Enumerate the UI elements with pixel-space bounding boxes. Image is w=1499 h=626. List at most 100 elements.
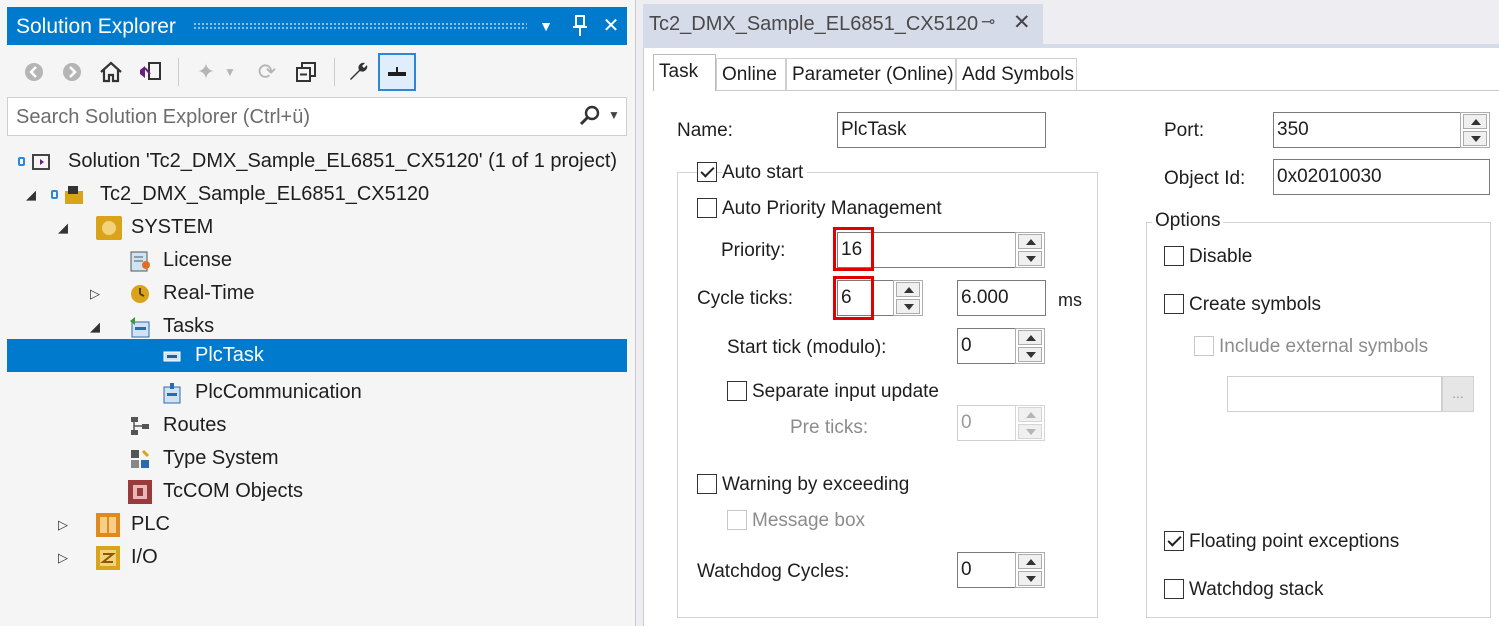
tab-task[interactable]: Task — [653, 54, 716, 91]
auto-priority-checkbox[interactable] — [697, 198, 717, 218]
tree-item-license[interactable]: License — [7, 244, 627, 277]
watchdog-stack-checkbox[interactable] — [1164, 579, 1184, 599]
panel-title: Solution Explorer — [16, 15, 176, 38]
tree-item-plc[interactable]: ▷ PLC — [7, 508, 627, 541]
tree-item-io[interactable]: ▷ I/O — [7, 541, 627, 574]
collapse-all-icon[interactable] — [290, 56, 322, 88]
refresh-icon[interactable]: ⟳ — [251, 56, 283, 88]
lock-icon — [51, 190, 58, 199]
spin-up-icon[interactable] — [1463, 114, 1487, 129]
spin-down-icon[interactable] — [1018, 571, 1042, 586]
tree-item-plccommunication[interactable]: PlcCommunication — [7, 376, 627, 409]
priority-spinner[interactable] — [1015, 232, 1045, 268]
disable-checkbox[interactable] — [1164, 246, 1184, 266]
port-input[interactable] — [1277, 119, 1457, 141]
start-tick-label: Start tick (modulo): — [727, 337, 887, 358]
close-tab-icon[interactable]: ✕ — [1013, 10, 1031, 35]
floating-point-checkbox[interactable] — [1164, 531, 1184, 551]
drag-handle[interactable] — [193, 22, 527, 30]
tree-item-project[interactable]: ◢ Tc2_DMX_Sample_EL6851_CX5120 — [7, 178, 627, 211]
tab-parameter-online[interactable]: Parameter (Online) — [786, 58, 956, 90]
switch-views-icon[interactable] — [134, 56, 166, 88]
document-tab[interactable]: Tc2_DMX_Sample_EL6851_CX5120 ⊸ ✕ — [643, 4, 1043, 44]
solution-explorer-titlebar: Solution Explorer ▼ ✕ — [7, 7, 627, 45]
pin-icon[interactable] — [567, 12, 593, 40]
window-position-dropdown-icon[interactable]: ▼ — [533, 12, 559, 40]
name-field — [837, 112, 1046, 148]
tab-online[interactable]: Online — [716, 58, 786, 90]
task-icon — [161, 345, 183, 367]
start-tick-spinner[interactable] — [1015, 328, 1045, 364]
external-symbols-path-field[interactable] — [1227, 376, 1442, 412]
search-icon[interactable] — [578, 104, 602, 133]
spin-up-icon[interactable] — [1018, 234, 1042, 249]
close-icon[interactable]: ✕ — [598, 12, 624, 40]
forward-icon[interactable] — [56, 56, 88, 88]
back-icon[interactable] — [18, 56, 50, 88]
auto-start-label: Auto start — [722, 162, 808, 184]
name-input[interactable] — [841, 119, 1040, 141]
spin-up-icon[interactable] — [1018, 554, 1042, 569]
collapsed-arrow-icon[interactable]: ▷ — [55, 508, 71, 541]
home-icon[interactable] — [95, 56, 127, 88]
port-field — [1273, 112, 1463, 148]
warning-exceeding-label: Warning by exceeding — [722, 474, 910, 495]
tree-item-system[interactable]: ◢ SYSTEM — [7, 211, 627, 244]
tree-item-solution[interactable]: Solution 'Tc2_DMX_Sample_EL6851_CX5120' … — [7, 145, 627, 178]
tree-item-plctask[interactable]: PlcTask — [7, 339, 627, 372]
spin-down-icon[interactable] — [1463, 131, 1487, 146]
options-group-title: Options — [1152, 210, 1224, 232]
cycle-time-unit: ms — [1058, 290, 1082, 310]
expanded-arrow-icon[interactable]: ◢ — [23, 178, 39, 211]
pre-ticks-spinner[interactable] — [1015, 405, 1045, 441]
tree-item-label: PlcTask — [195, 344, 264, 366]
port-spinner[interactable] — [1460, 112, 1490, 148]
search-input[interactable] — [16, 104, 556, 130]
message-box-checkbox[interactable] — [727, 510, 747, 530]
spin-down-icon[interactable] — [1018, 347, 1042, 362]
pending-changes-filter-icon[interactable]: ✦ — [190, 56, 222, 88]
twincat-project-icon — [63, 184, 85, 206]
watchdog-stack-label: Watchdog stack — [1189, 579, 1324, 600]
properties-wrench-icon[interactable] — [343, 56, 375, 88]
tree-item-label: PlcCommunication — [195, 381, 362, 403]
search-options-dropdown-icon[interactable]: ▼ — [608, 108, 620, 122]
collapsed-arrow-icon[interactable]: ▷ — [55, 541, 71, 574]
pre-ticks-input[interactable] — [961, 412, 1011, 434]
spin-up-icon[interactable] — [896, 282, 920, 297]
collapsed-arrow-icon[interactable]: ▷ — [87, 277, 103, 310]
tccom-icon — [127, 479, 153, 505]
browse-button[interactable]: ... — [1442, 376, 1474, 412]
auto-start-checkbox[interactable] — [697, 162, 717, 182]
spin-down-icon[interactable] — [1018, 251, 1042, 266]
tab-add-symbols[interactable]: Add Symbols — [956, 58, 1077, 90]
create-symbols-checkbox[interactable] — [1164, 294, 1184, 314]
pin-tab-icon[interactable]: ⊸ — [981, 12, 995, 32]
name-label: Name: — [677, 120, 733, 141]
cycle-time-input[interactable] — [961, 287, 1040, 309]
object-id-input[interactable] — [1277, 166, 1484, 188]
filter-dropdown-icon[interactable]: ▼ — [222, 56, 238, 88]
watchdog-cycles-spinner[interactable] — [1015, 552, 1045, 588]
cycle-ticks-highlight-box — [833, 276, 874, 320]
port-label: Port: — [1164, 120, 1205, 141]
cycle-ticks-spinner[interactable] — [893, 280, 923, 316]
tree-item-label: Tc2_DMX_Sample_EL6851_CX5120 — [100, 183, 430, 205]
expanded-arrow-icon[interactable]: ◢ — [55, 211, 71, 244]
tree-item-realtime[interactable]: ▷ Real-Time — [7, 277, 627, 310]
spin-up-icon[interactable] — [1018, 407, 1042, 422]
include-external-checkbox[interactable] — [1194, 336, 1214, 356]
warning-exceeding-checkbox[interactable] — [697, 474, 717, 494]
tree-item-routes[interactable]: Routes — [7, 409, 627, 442]
document-tab-title: Tc2_DMX_Sample_EL6851_CX5120 — [649, 13, 979, 35]
tree-item-type-system[interactable]: Type System — [7, 442, 627, 475]
watchdog-cycles-input[interactable] — [961, 559, 1011, 581]
spin-up-icon[interactable] — [1018, 330, 1042, 345]
preview-selected-items-icon[interactable] — [378, 53, 416, 91]
start-tick-input[interactable] — [961, 335, 1011, 357]
tree-item-tccom-objects[interactable]: TcCOM Objects — [7, 475, 627, 508]
separate-input-checkbox[interactable] — [727, 381, 747, 401]
floating-point-label: Floating point exceptions — [1189, 531, 1400, 552]
spin-down-icon[interactable] — [1018, 424, 1042, 439]
spin-down-icon[interactable] — [896, 299, 920, 314]
